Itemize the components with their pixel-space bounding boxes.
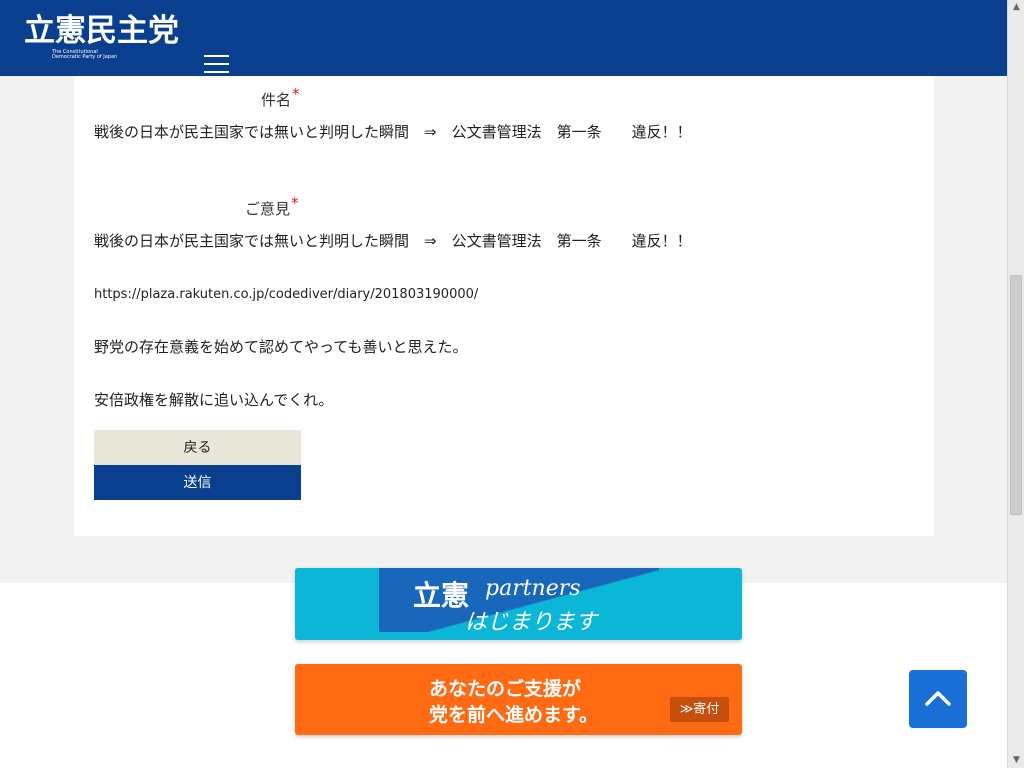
required-mark: *	[291, 194, 299, 212]
send-button[interactable]: 送信	[94, 465, 301, 500]
hamburger-menu-icon[interactable]	[204, 55, 229, 75]
partners-banner[interactable]: 立憲 partners はじまります	[295, 568, 742, 640]
partners-script-text: partners	[485, 576, 581, 601]
opinion-label: ご意見*	[245, 194, 299, 219]
donate-banner[interactable]: あなたのご支援が 党を前へ進めます。 ≫寄付	[295, 664, 742, 735]
subject-label-text: 件名	[261, 91, 292, 109]
subject-label: 件名*	[261, 85, 300, 110]
scroll-up-arrow-icon[interactable]: ▲	[1011, 2, 1022, 13]
donate-line-2: 党を前へ進めます。	[429, 704, 599, 726]
logo-subtitle-line-2: Democratic Party of Japan	[52, 54, 118, 60]
vertical-scrollbar[interactable]: ▲ ▼	[1007, 0, 1024, 768]
opinion-line-1: 戦後の日本が民主国家では無いと判明した瞬間 ⇒ 公文書管理法 第一条 違反！！	[94, 232, 692, 250]
opinion-label-text: ご意見	[245, 200, 291, 218]
donate-button[interactable]: ≫寄付	[670, 697, 729, 722]
donate-line-1: あなたのご支援が	[429, 678, 582, 700]
opinion-url: https://plaza.rakuten.co.jp/codediver/di…	[94, 287, 479, 302]
logo-subtitle: The Constitutional Democratic Party of J…	[52, 50, 118, 60]
opinion-line-3: 安倍政権を解散に追い込んでくれ。	[94, 391, 334, 409]
scroll-down-arrow-icon[interactable]: ▼	[1011, 755, 1022, 766]
opinion-line-2: 野党の存在意義を始めて認めてやっても善いと思えた。	[94, 338, 468, 356]
logo-text: 立憲民主党	[24, 13, 179, 49]
party-logo[interactable]: 立憲民主党 The Constitutional Democratic Part…	[24, 14, 179, 62]
partners-main-text: 立憲	[413, 579, 470, 612]
subject-value: 戦後の日本が民主国家では無いと判明した瞬間 ⇒ 公文書管理法 第一条 違反！！	[94, 123, 692, 141]
partners-sub-text: はじまります	[465, 610, 598, 635]
scrollbar-thumb[interactable]	[1010, 275, 1022, 515]
back-to-top-button[interactable]	[909, 670, 967, 728]
site-header: 立憲民主党 The Constitutional Democratic Part…	[0, 0, 1007, 76]
back-button[interactable]: 戻る	[94, 430, 301, 465]
chevron-up-icon	[925, 691, 951, 706]
required-mark: *	[292, 85, 300, 103]
